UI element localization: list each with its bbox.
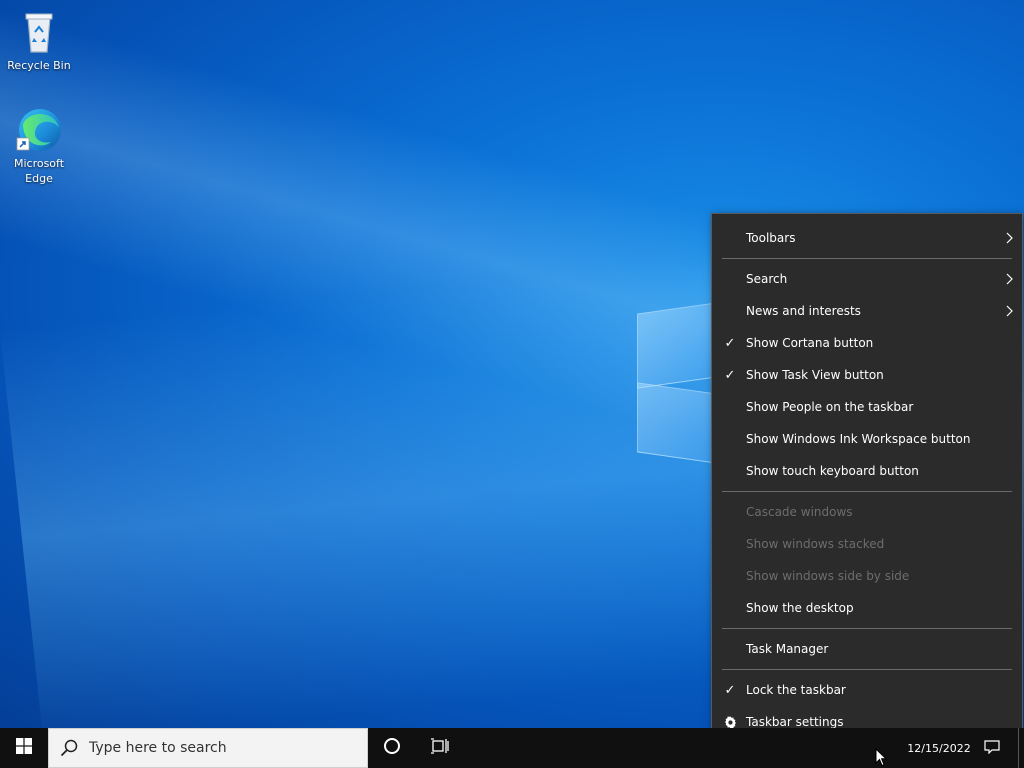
menu-item-label: Show windows side by side <box>746 569 910 583</box>
menu-item-show-windows-stacked: Show windows stacked <box>712 528 1022 560</box>
menu-separator <box>722 628 1012 629</box>
menu-item-show-touch-keyboard[interactable]: Show touch keyboard button <box>712 455 1022 487</box>
menu-item-news-and-interests[interactable]: News and interests <box>712 295 1022 327</box>
windows-start-icon <box>16 738 32 758</box>
menu-item-label: Show the desktop <box>746 601 854 615</box>
action-center-button[interactable] <box>980 728 1004 768</box>
recycle-bin-icon <box>15 8 63 56</box>
windows-logo-pane-bottom <box>637 382 717 464</box>
menu-item-label: Task Manager <box>746 642 829 656</box>
chevron-right-icon <box>1006 295 1014 327</box>
menu-item-cascade-windows: Cascade windows <box>712 496 1022 528</box>
menu-item-show-the-desktop[interactable]: Show the desktop <box>712 592 1022 624</box>
menu-item-search[interactable]: Search <box>712 263 1022 295</box>
menu-item-show-windows-side-by-side: Show windows side by side <box>712 560 1022 592</box>
menu-item-label: Show Task View button <box>746 368 884 382</box>
menu-item-label: News and interests <box>746 304 861 318</box>
desktop-icon-label: Microsoft Edge <box>13 157 65 185</box>
edge-icon <box>15 106 63 154</box>
menu-item-toolbars[interactable]: Toolbars <box>712 222 1022 254</box>
search-icon <box>49 739 89 757</box>
menu-item-label: Toolbars <box>746 231 796 245</box>
taskbar-clock[interactable]: 12/15/2022 <box>898 728 980 768</box>
menu-item-label: Show People on the taskbar <box>746 400 914 414</box>
taskbar[interactable]: Type here to search 12/15/2022 <box>0 728 1024 768</box>
windows-logo-pane-top <box>637 302 717 389</box>
desktop-icon-microsoft-edge[interactable]: Microsoft Edge <box>4 106 74 186</box>
menu-item-label: Lock the taskbar <box>746 683 846 697</box>
chevron-right-icon <box>1006 222 1014 254</box>
cortana-button[interactable] <box>368 728 416 768</box>
clock-date: 12/15/2022 <box>907 741 971 755</box>
menu-item-task-manager[interactable]: Task Manager <box>712 633 1022 665</box>
menu-item-label: Taskbar settings <box>746 715 844 729</box>
menu-item-show-cortana-button[interactable]: ✓ Show Cortana button <box>712 327 1022 359</box>
mouse-cursor-icon <box>875 747 888 768</box>
checkmark-icon: ✓ <box>724 367 736 383</box>
menu-item-label: Show windows stacked <box>746 537 885 551</box>
menu-item-lock-the-taskbar[interactable]: ✓ Lock the taskbar <box>712 674 1022 706</box>
start-button[interactable] <box>0 728 48 768</box>
task-view-button[interactable] <box>416 728 464 768</box>
desktop-icon-label: Recycle Bin <box>7 59 71 72</box>
menu-separator <box>722 258 1012 259</box>
taskbar-context-menu: Toolbars Search News and interests ✓ Sho… <box>711 213 1023 747</box>
task-view-icon <box>430 738 450 758</box>
show-desktop-button[interactable] <box>1018 728 1024 768</box>
checkmark-icon: ✓ <box>724 682 736 698</box>
menu-item-label: Show Windows Ink Workspace button <box>746 432 971 446</box>
menu-item-label: Search <box>746 272 788 286</box>
search-placeholder: Type here to search <box>89 740 227 756</box>
menu-separator <box>722 491 1012 492</box>
chevron-right-icon <box>1006 263 1014 295</box>
taskbar-search-box[interactable]: Type here to search <box>48 728 368 768</box>
menu-item-label: Show Cortana button <box>746 336 874 350</box>
menu-item-show-people[interactable]: Show People on the taskbar <box>712 391 1022 423</box>
desktop-icon-recycle-bin[interactable]: Recycle Bin <box>4 8 74 73</box>
checkmark-icon: ✓ <box>724 335 736 351</box>
notification-icon <box>984 739 1000 758</box>
cortana-circle-icon <box>383 737 401 759</box>
menu-separator <box>722 669 1012 670</box>
menu-item-label: Cascade windows <box>746 505 853 519</box>
menu-item-label: Show touch keyboard button <box>746 464 919 478</box>
menu-item-show-task-view-button[interactable]: ✓ Show Task View button <box>712 359 1022 391</box>
menu-item-show-windows-ink[interactable]: Show Windows Ink Workspace button <box>712 423 1022 455</box>
